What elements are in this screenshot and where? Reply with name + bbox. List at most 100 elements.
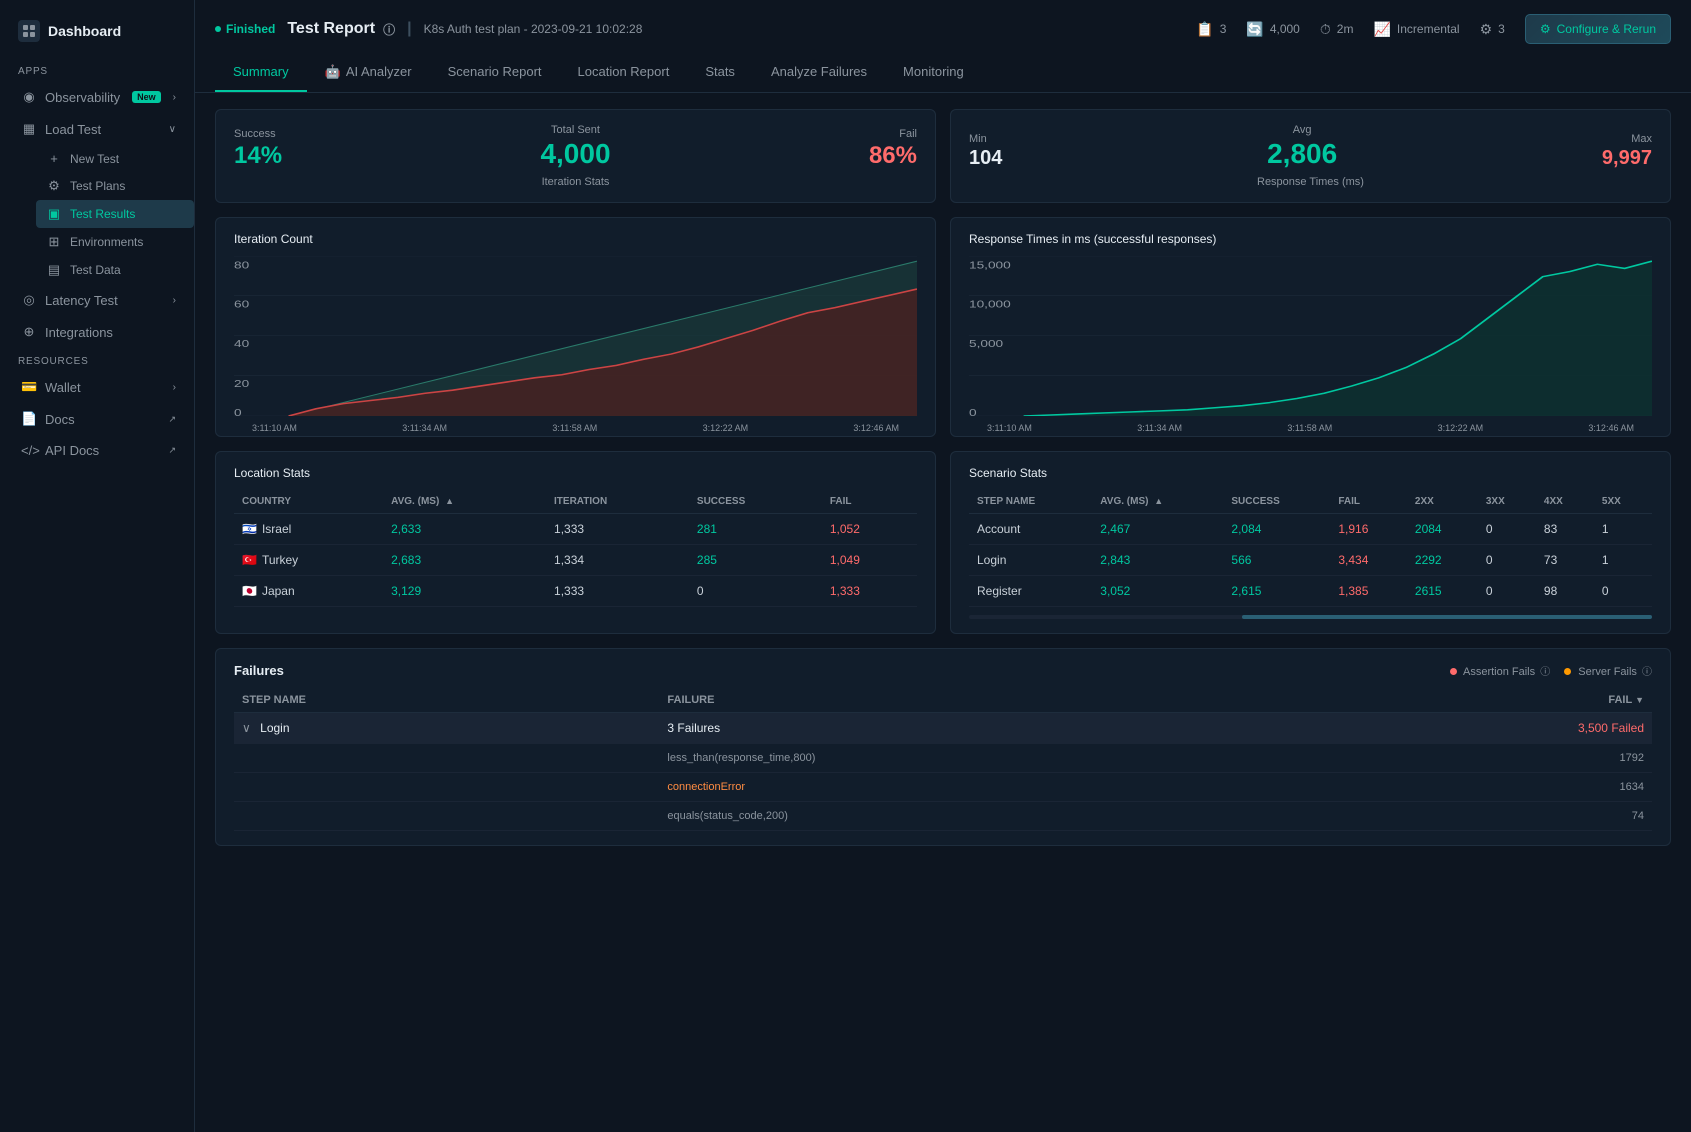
mode-icon: 📈 bbox=[1373, 21, 1390, 38]
x-label-1: 3:11:34 AM bbox=[402, 423, 447, 433]
avg-stat: Avg 2,806 bbox=[1267, 124, 1337, 170]
server-info-icon[interactable]: ⓘ bbox=[1642, 667, 1652, 678]
status-badge: Finished bbox=[215, 22, 275, 36]
login-step-name: ∨ Login bbox=[234, 713, 659, 744]
col-fail: FAIL bbox=[822, 490, 917, 514]
latency-test-label: Latency Test bbox=[45, 293, 118, 308]
detail-step-2 bbox=[234, 773, 659, 802]
location-stats-card: Location Stats COUNTRY AVG. (MS) ▲ ITERA… bbox=[215, 451, 936, 634]
col-2xx: 2XX bbox=[1407, 490, 1478, 514]
tab-summary[interactable]: Summary bbox=[215, 54, 307, 92]
login-2xx: 2292 bbox=[1407, 545, 1478, 576]
detail-failure-2: connectionError bbox=[659, 773, 1368, 802]
location-stats-table: COUNTRY AVG. (MS) ▲ ITERATION SUCCESS FA… bbox=[234, 490, 917, 607]
sidebar-item-observability[interactable]: ◉ Observability New › bbox=[0, 81, 194, 113]
sidebar-item-wallet[interactable]: 💳 Wallet › bbox=[0, 371, 194, 403]
page-content: Success 14% Total Sent 4,000 Fail 86% It… bbox=[195, 93, 1691, 1132]
sidebar-item-latency-test[interactable]: ◎ Latency Test › bbox=[0, 284, 194, 316]
svg-text:60: 60 bbox=[234, 298, 249, 310]
failures-legend: Assertion Fails ⓘ Server Fails ⓘ bbox=[1450, 663, 1652, 678]
iteration-count-svg: 80 60 40 20 0 bbox=[234, 256, 917, 416]
sidebar: Dashboard APPS ◉ Observability New › ▦ L… bbox=[0, 0, 195, 1132]
rx-label-2: 3:11:58 AM bbox=[1287, 423, 1332, 433]
duration-value: 2m bbox=[1337, 22, 1354, 36]
sidebar-item-docs[interactable]: 📄 Docs ↗ bbox=[0, 403, 194, 435]
detail-failure-3: equals(status_code,200) bbox=[659, 802, 1368, 831]
assertion-dot bbox=[1450, 668, 1457, 675]
israel-iteration: 1,333 bbox=[546, 514, 689, 545]
sidebar-item-new-test[interactable]: + New Test bbox=[36, 145, 194, 172]
svg-text:15,000: 15,000 bbox=[969, 259, 1011, 271]
tab-ai-analyzer[interactable]: 🤖AI Analyzer bbox=[307, 54, 430, 92]
min-stat: Min 104 bbox=[969, 133, 1002, 170]
max-stat: Max 9,997 bbox=[1602, 133, 1652, 170]
stats-row: Success 14% Total Sent 4,000 Fail 86% It… bbox=[215, 109, 1671, 203]
docs-icon: 📄 bbox=[21, 411, 37, 427]
failure-detail-row-1: less_than(response_time,800) 1792 bbox=[234, 744, 1652, 773]
failures-col-step: Step Name bbox=[234, 688, 659, 713]
col-iteration: ITERATION bbox=[546, 490, 689, 514]
register-3xx: 0 bbox=[1478, 576, 1536, 607]
x-label-2: 3:11:58 AM bbox=[552, 423, 597, 433]
location-stats-title: Location Stats bbox=[234, 466, 917, 480]
main-content: Finished Test Report ⓘ | K8s Auth test p… bbox=[195, 0, 1691, 1132]
sidebar-item-test-results[interactable]: ▣ Test Results bbox=[36, 200, 194, 228]
x-label-3: 3:12:22 AM bbox=[703, 423, 749, 433]
login-5xx: 1 bbox=[1594, 545, 1652, 576]
expand-icon[interactable]: ∨ bbox=[242, 721, 251, 735]
sidebar-item-load-test[interactable]: ▦ Load Test ∨ bbox=[0, 113, 194, 145]
failures-header: Failures Assertion Fails ⓘ Server Fails … bbox=[234, 663, 1652, 678]
apps-section-label: APPS bbox=[0, 58, 194, 81]
sidebar-item-api-docs[interactable]: </> API Docs ↗ bbox=[0, 435, 194, 466]
account-4xx: 83 bbox=[1536, 514, 1594, 545]
integrations-icon: ⊕ bbox=[21, 324, 37, 340]
israel-avg: 2,633 bbox=[383, 514, 546, 545]
api-docs-label: API Docs bbox=[45, 443, 99, 458]
configure-rerun-button[interactable]: ⚙ Configure & Rerun bbox=[1525, 14, 1671, 44]
header-top: Finished Test Report ⓘ | K8s Auth test p… bbox=[215, 14, 1671, 44]
location-row-israel: 🇮🇱Israel 2,633 1,333 281 1,052 bbox=[234, 514, 917, 545]
sidebar-item-environments[interactable]: ⊞ Environments bbox=[36, 228, 194, 256]
latency-icon: ◎ bbox=[21, 292, 37, 308]
account-step: Account bbox=[969, 514, 1092, 545]
failures-title: Failures bbox=[234, 663, 284, 678]
total-sent-label: Total Sent bbox=[540, 124, 610, 136]
svg-text:0: 0 bbox=[234, 407, 242, 416]
observability-label: Observability bbox=[45, 90, 120, 105]
tab-stats[interactable]: Stats bbox=[687, 54, 753, 92]
scenario-table-wrapper[interactable]: STEP NAME AVG. (MS) ▲ SUCCESS FAIL 2XX 3… bbox=[969, 490, 1652, 607]
sidebar-item-test-data[interactable]: ▤ Test Data bbox=[36, 256, 194, 284]
tab-analyze-failures[interactable]: Analyze Failures bbox=[753, 54, 885, 92]
info-icon[interactable]: ⓘ bbox=[383, 21, 395, 38]
meta-duration: ⏱ 2m bbox=[1320, 21, 1354, 38]
register-2xx: 2615 bbox=[1407, 576, 1478, 607]
tab-scenario-report[interactable]: Scenario Report bbox=[430, 54, 560, 92]
assertion-info-icon[interactable]: ⓘ bbox=[1540, 667, 1550, 678]
scroll-track[interactable] bbox=[969, 615, 1652, 619]
failure-detail-row-3: equals(status_code,200) 74 bbox=[234, 802, 1652, 831]
sidebar-item-integrations[interactable]: ⊕ Integrations bbox=[0, 316, 194, 348]
country-turkey: 🇹🇷Turkey bbox=[234, 545, 383, 576]
x-label-0: 3:11:10 AM bbox=[252, 423, 297, 433]
sidebar-item-test-plans[interactable]: ⚙ Test Plans bbox=[36, 172, 194, 200]
wallet-label: Wallet bbox=[45, 380, 81, 395]
account-fail: 1,916 bbox=[1330, 514, 1407, 545]
tab-location-report[interactable]: Location Report bbox=[560, 54, 688, 92]
login-summary: 3 Failures bbox=[659, 713, 1368, 744]
meta-scenarios: 📋 3 bbox=[1196, 21, 1226, 38]
test-plans-label: Test Plans bbox=[70, 179, 125, 193]
turkey-avg: 2,683 bbox=[383, 545, 546, 576]
api-icon: </> bbox=[21, 443, 37, 458]
svg-text:0: 0 bbox=[969, 407, 977, 416]
tab-monitoring[interactable]: Monitoring bbox=[885, 54, 982, 92]
tab-summary-label: Summary bbox=[233, 64, 289, 79]
resources-section-label: RESOURCES bbox=[0, 348, 194, 371]
col-avg-ms-s: AVG. (MS) ▲ bbox=[1092, 490, 1223, 514]
sidebar-logo: Dashboard bbox=[0, 10, 194, 58]
integrations-label: Integrations bbox=[45, 325, 113, 340]
env-icon: ⊞ bbox=[46, 234, 62, 250]
header-meta: 📋 3 🔄 4,000 ⏱ 2m 📈 Incremental bbox=[1196, 21, 1505, 38]
iteration-chart-title: Iteration Count bbox=[234, 232, 917, 246]
meta-mode: 📈 Incremental bbox=[1373, 21, 1459, 38]
scroll-thumb[interactable] bbox=[1242, 615, 1652, 619]
